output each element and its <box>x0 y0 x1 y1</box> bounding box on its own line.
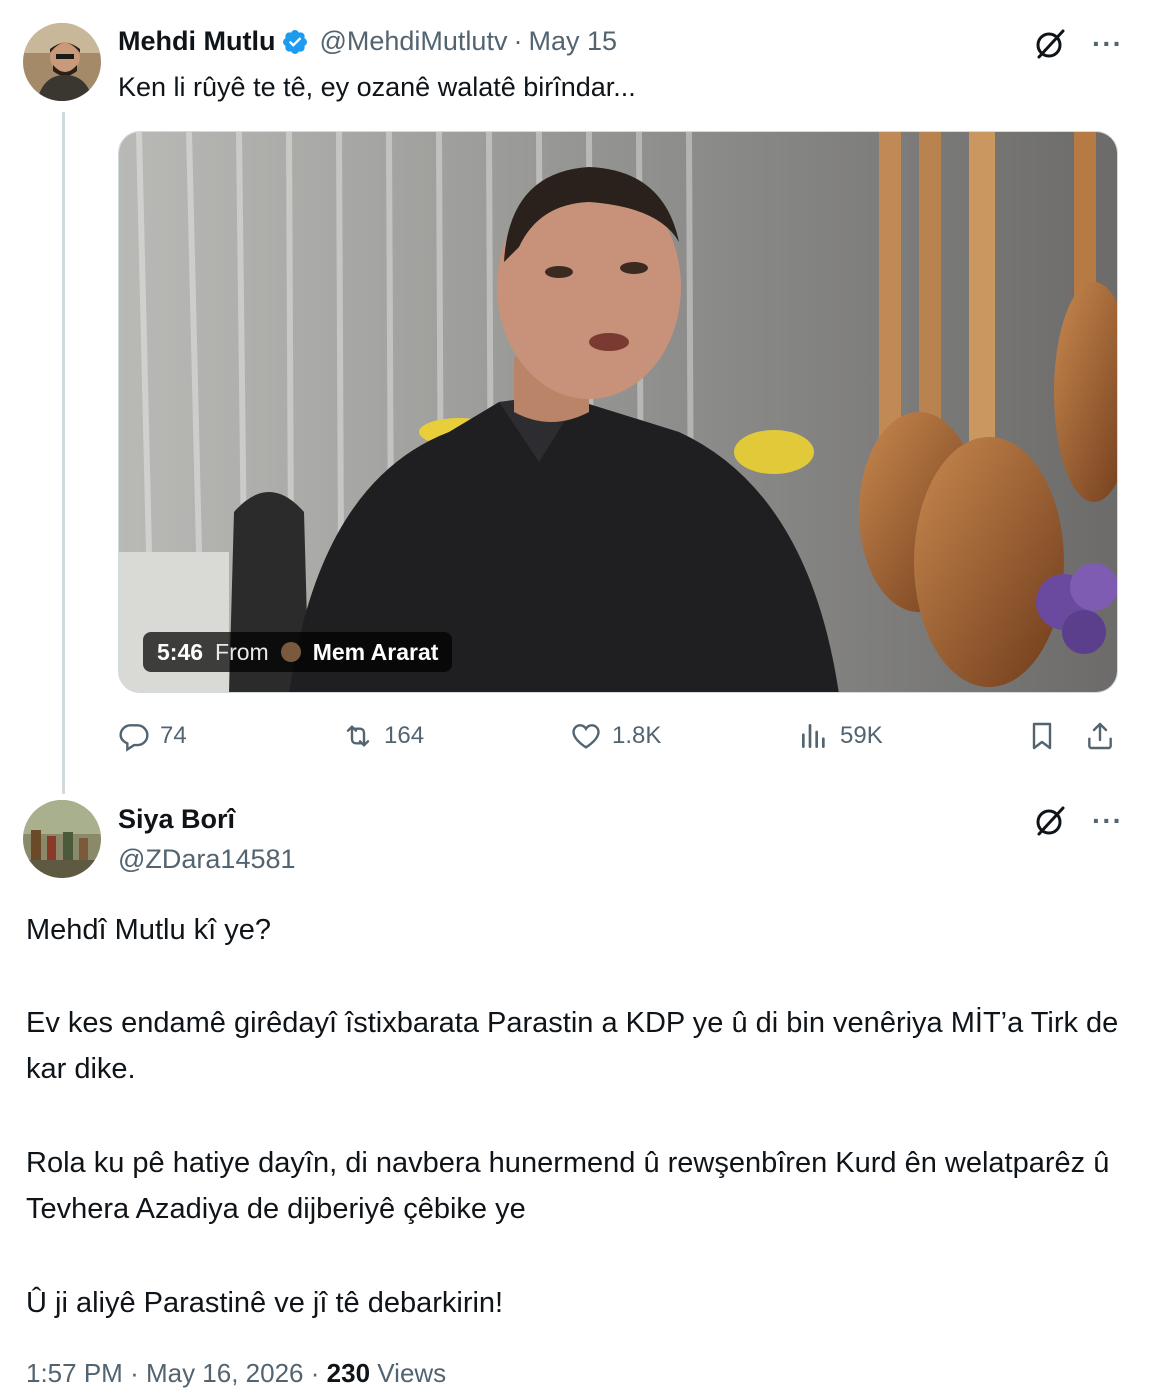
verified-badge-icon <box>281 28 309 56</box>
video-thumbnail <box>119 132 1117 692</box>
repost-button[interactable]: 164 <box>342 720 424 752</box>
views-count: 230 <box>326 1358 371 1388</box>
tweet-time[interactable]: 1:57 PM <box>26 1358 123 1388</box>
parent-tweet-top-actions: ··· <box>1032 26 1123 62</box>
video-info-badge: 5:46 From Mem Ararat <box>143 632 453 672</box>
reply-paragraph: Ev kes endamê girêdayî îstixbarata Paras… <box>26 1007 1119 1085</box>
tweet-text: Ken li rûyê te tê, ey ozanê walatê birîn… <box>118 72 636 102</box>
reply-paragraph: Û ji aliyê Parastinê ve jî tê debarkirin… <box>26 1287 504 1319</box>
source-avatar <box>280 642 301 662</box>
video-from-label: From <box>215 638 269 665</box>
separator-dot: · <box>130 1358 139 1388</box>
tweet-date[interactable]: May 15 <box>528 26 617 57</box>
like-button[interactable]: 1.8K <box>570 720 661 752</box>
reply-tweet-header: Siya Borî <box>118 804 235 835</box>
grok-icon[interactable] <box>1032 803 1068 839</box>
views-label: Views <box>377 1358 447 1388</box>
author-display-name[interactable]: Mehdi Mutlu <box>118 26 275 57</box>
author-display-name[interactable]: Siya Borî <box>118 804 235 835</box>
thread-connector <box>62 112 65 794</box>
bookmark-button[interactable] <box>1026 720 1058 752</box>
repost-icon <box>346 725 370 747</box>
views-button[interactable]: 59K <box>798 720 883 752</box>
video-player[interactable]: 5:46 From Mem Ararat <box>118 131 1118 693</box>
tweet-meta: 1:57 PM · May 16, 2026 · 230 Views <box>26 1358 446 1389</box>
tweet-date[interactable]: May 16, 2026 <box>146 1358 304 1388</box>
parent-tweet-header: Mehdi Mutlu @MehdiMutlutv · May 15 <box>118 26 617 57</box>
separator-dot: · <box>310 1358 320 1388</box>
view-count: 59K <box>840 722 883 749</box>
reply-paragraph: Rola ku pê hatiye dayîn, di navbera hune… <box>26 1147 1110 1225</box>
reply-handle-row: @ZDara14581 <box>118 844 296 875</box>
views-icon <box>802 724 825 748</box>
reply-count: 74 <box>160 722 187 749</box>
avatar[interactable] <box>23 23 101 101</box>
repost-count: 164 <box>384 722 425 749</box>
separator-dot: · <box>513 26 523 56</box>
bookmark-icon <box>1032 722 1052 750</box>
like-count: 1.8K <box>612 722 662 749</box>
share-icon <box>1088 722 1112 750</box>
avatar[interactable] <box>23 800 101 878</box>
tweet-action-bar: 74 164 1.8K 59K <box>118 720 1118 760</box>
more-icon[interactable]: ··· <box>1092 807 1123 835</box>
share-button[interactable] <box>1084 720 1116 752</box>
more-icon[interactable]: ··· <box>1092 30 1123 58</box>
reply-tweet-top-actions: ··· <box>1032 803 1123 839</box>
video-duration: 5:46 <box>157 638 204 665</box>
like-icon <box>572 724 600 749</box>
author-handle[interactable]: @ZDara14581 <box>118 844 296 875</box>
grok-icon[interactable] <box>1032 26 1068 62</box>
video-source-name[interactable]: Mem Ararat <box>313 639 439 666</box>
reply-paragraph: Mehdî Mutlu kî ye? <box>26 914 271 946</box>
reply-icon <box>119 724 149 752</box>
reply-button[interactable]: 74 <box>118 720 187 752</box>
author-handle[interactable]: @MehdiMutlutv <box>319 26 507 57</box>
